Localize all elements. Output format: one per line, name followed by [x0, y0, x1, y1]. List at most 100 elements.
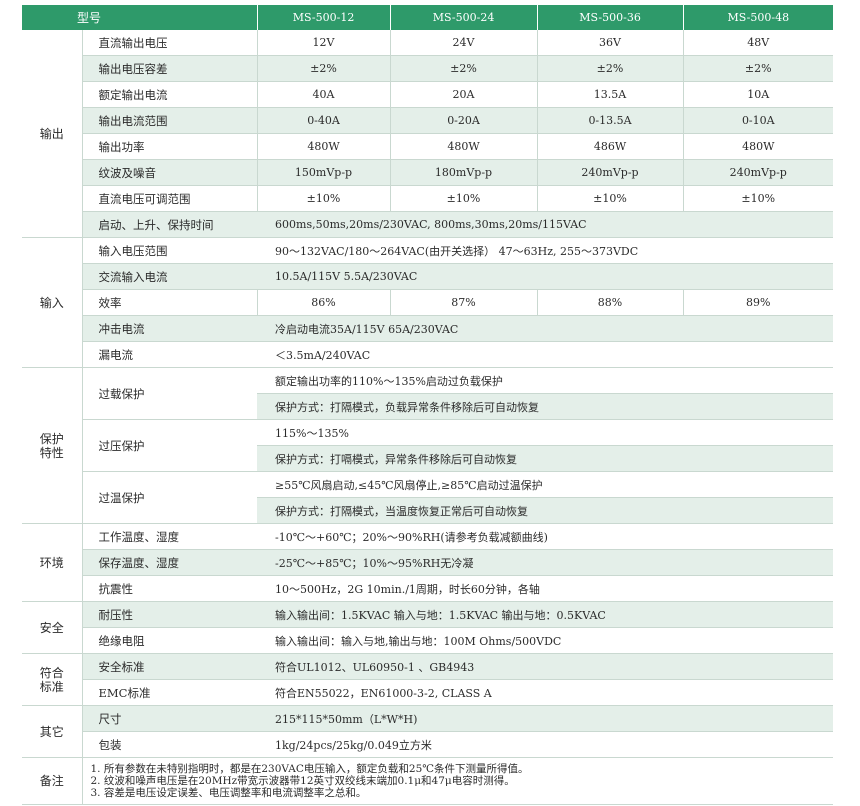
- value-cell: 480W: [682, 133, 834, 160]
- table-row: 输入 输入电压范围 90～132VAC/180～264VAC(由开关选择） 47…: [22, 237, 834, 368]
- value-cell: -10℃～+60℃；20%～90%RH(请参考负载减额曲线): [257, 523, 834, 550]
- param-label: 额定输出电流: [82, 81, 258, 108]
- value-cell: 额定输出功率的110%～135%启动过负载保护: [257, 367, 834, 394]
- table-row: 额定输出电流 40A 20A 13.5A 10A: [22, 81, 834, 108]
- header-row: 型号 MS-500-12 MS-500-24 MS-500-36 MS-500-…: [22, 5, 834, 30]
- table-row: 环境 工作温度、湿度 -10℃～+60℃；20%～90%RH(请参考负载减额曲线…: [22, 523, 834, 602]
- table-row: 漏电流 ＜3.5mA/240VAC: [22, 341, 834, 368]
- type-header: 型号: [22, 5, 258, 30]
- category-input: 输入: [22, 237, 83, 368]
- value-cell: 24V: [389, 30, 538, 56]
- table-row: 过温保护 ≥55℃风扇启动,≤45℃风扇停止,≥85℃启动过温保护: [22, 471, 834, 524]
- value-cell: 0-13.5A: [536, 107, 684, 134]
- value-cell: 115%～135%: [257, 419, 834, 446]
- value-cell: 保护方式：打隔模式，负载异常条件移除后可自动恢复: [257, 393, 834, 420]
- value-cell: 480W: [256, 133, 391, 160]
- category-line: 符合: [39, 665, 64, 680]
- table-row: 效率 86% 87% 88% 89%: [22, 289, 834, 316]
- table-row: 输出电压容差 ±2% ±2% ±2% ±2%: [22, 55, 834, 82]
- value-cell: 输入输出间：输入与地,输出与地：100M Ohms/500VDC: [257, 627, 834, 654]
- table-row: 抗震性 10～500Hz，2G 10min./1周期，时长60分钟，各轴: [22, 575, 834, 602]
- value-cell: -25℃～+85℃；10%～95%RH无冷凝: [257, 549, 834, 576]
- value-cell: 1kg/24pcs/25kg/0.049立方米: [257, 731, 834, 758]
- note-line: 1. 所有参数在未特别指明时，都是在230VAC电压输入，额定负载和25℃条件下…: [90, 763, 529, 775]
- value-cell: 13.5A: [536, 81, 684, 108]
- note-line: 2. 纹波和噪声电压是在20MHz带宽示波器带12英寸双绞线末端加0.1μ和47…: [90, 775, 515, 787]
- param-label: 过压保护: [82, 419, 258, 472]
- category-environment: 环境: [22, 523, 83, 602]
- param-label: 输入电压范围: [82, 237, 258, 264]
- param-label: EMC标准: [82, 679, 258, 706]
- table-row: 绝缘电阻 输入输出间：输入与地,输出与地：100M Ohms/500VDC: [22, 627, 834, 654]
- value-cell: ±10%: [389, 185, 538, 212]
- value-cell: 0-20A: [389, 107, 538, 134]
- value-cell: 87%: [389, 289, 538, 316]
- param-label: 启动、上升、保持时间: [82, 211, 258, 238]
- model-header: MS-500-24: [390, 5, 538, 30]
- table-row: 保护 特性 过载保护 额定输出功率的110%～135%启动过负载保护: [22, 367, 834, 524]
- table-row: 冲击电流 冷启动电流35A/115V 65A/230VAC: [22, 315, 834, 342]
- param-label: 尺寸: [82, 705, 258, 732]
- model-header: MS-500-48: [683, 5, 834, 30]
- param-label: 纹波及噪音: [82, 159, 258, 186]
- param-label: 直流输出电压: [82, 30, 258, 56]
- param-label: 输出电流范围: [82, 107, 258, 134]
- param-label: 漏电流: [82, 341, 258, 368]
- table-row: 安全 耐压性 输入输出间：1.5KVAC 输入与地：1.5KVAC 输出与地：0…: [22, 601, 834, 654]
- value-cell: 90～132VAC/180～264VAC(由开关选择） 47～63Hz, 255…: [257, 237, 834, 264]
- notes-row: 备注 1. 所有参数在未特别指明时，都是在230VAC电压输入，额定负载和25℃…: [22, 757, 834, 805]
- note-line: 3. 容差是电压设定误差、电压调整率和电流调整率之总和。: [90, 787, 367, 799]
- table-row: 输出 直流输出电压 12V 24V 36V 48V: [22, 30, 834, 238]
- category-line: 保护: [39, 431, 64, 446]
- value-cell: 输入输出间：1.5KVAC 输入与地：1.5KVAC 输出与地：0.5KVAC: [257, 601, 834, 628]
- value-cell: 240mVp-p: [536, 159, 684, 186]
- param-label: 包装: [82, 731, 258, 758]
- category-notes: 备注: [22, 757, 83, 805]
- param-label: 输出功率: [82, 133, 258, 160]
- value-cell: 88%: [536, 289, 684, 316]
- notes-cell: 1. 所有参数在未特别指明时，都是在230VAC电压输入，额定负载和25℃条件下…: [82, 757, 834, 805]
- table-row: 直流电压可调范围 ±10% ±10% ±10% ±10%: [22, 185, 834, 212]
- model-header: MS-500-12: [257, 5, 391, 30]
- value-cell: ±10%: [256, 185, 391, 212]
- value-cell: ±2%: [256, 55, 391, 82]
- param-label: 安全标准: [82, 653, 258, 680]
- value-cell: 215*115*50mm（L*W*H): [257, 705, 834, 732]
- table-row: 输出功率 480W 480W 486W 480W: [22, 133, 834, 160]
- category-compliance: 符合 标准: [22, 653, 83, 706]
- value-cell: 冷启动电流35A/115V 65A/230VAC: [257, 315, 834, 342]
- value-cell: 10.5A/115V 5.5A/230VAC: [257, 263, 834, 290]
- table-row: 启动、上升、保持时间 600ms,50ms,20ms/230VAC, 800ms…: [22, 211, 834, 238]
- param-label: 直流电压可调范围: [82, 185, 258, 212]
- value-cell: 0-40A: [256, 107, 391, 134]
- value-cell: 20A: [389, 81, 538, 108]
- value-cell: 符合UL1012、UL60950-1 、GB4943: [257, 653, 834, 680]
- table-row: 其它 尺寸 215*115*50mm（L*W*H): [22, 705, 834, 758]
- category-line: 特性: [39, 445, 64, 460]
- value-cell: ±2%: [682, 55, 834, 82]
- table-row: 输出电流范围 0-40A 0-20A 0-13.5A 0-10A: [22, 107, 834, 134]
- category-safety: 安全: [22, 601, 83, 654]
- value-cell: 86%: [256, 289, 391, 316]
- param-label: 输出电压容差: [82, 55, 258, 82]
- value-cell: 150mVp-p: [256, 159, 391, 186]
- value-cell: 36V: [536, 30, 684, 56]
- category-protection: 保护 特性: [22, 367, 83, 524]
- value-cell: 0-10A: [682, 107, 834, 134]
- value-cell: ±10%: [536, 185, 684, 212]
- category-line: 标准: [39, 679, 64, 694]
- value-cell: 48V: [682, 30, 834, 56]
- table-row: 过压保护 115%～135%: [22, 419, 834, 472]
- param-label: 冲击电流: [82, 315, 258, 342]
- value-cell: ±10%: [682, 185, 834, 212]
- category-output: 输出: [22, 30, 83, 238]
- value-cell: 480W: [389, 133, 538, 160]
- value-cell: ＜3.5mA/240VAC: [257, 341, 834, 368]
- value-cell: 10A: [682, 81, 834, 108]
- value-cell: 保护方式：打嗝模式，异常条件移除后可自动恢复: [257, 445, 834, 472]
- table-row: EMC标准 符合EN55022，EN61000-3-2, CLASS A: [22, 679, 834, 706]
- param-label: 过温保护: [82, 471, 258, 524]
- value-cell: 40A: [256, 81, 391, 108]
- value-cell: 保护方式：打隔模式，当温度恢复正常后可自动恢复: [257, 497, 834, 524]
- table-row: 纹波及噪音 150mVp-p 180mVp-p 240mVp-p 240mVp-…: [22, 159, 834, 186]
